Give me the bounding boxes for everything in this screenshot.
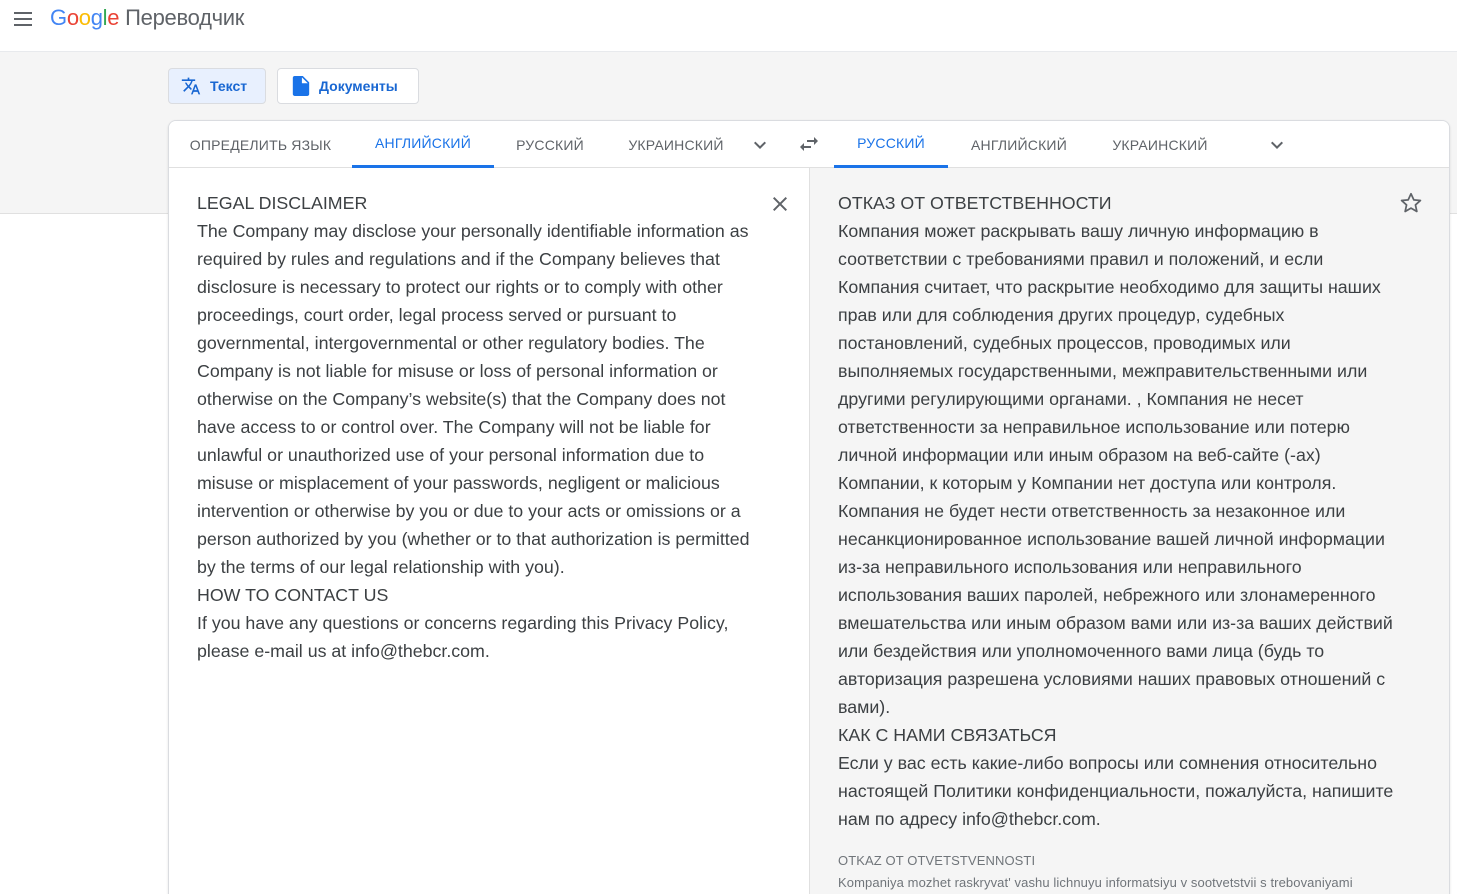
save-translation-star-icon[interactable] <box>1398 190 1424 216</box>
translation-output-panel: ОТКАЗ ОТ ОТВЕТСТВЕННОСТИ Компания может … <box>810 168 1449 894</box>
target-more-languages-chevron-down-icon[interactable] <box>1265 133 1289 157</box>
source-text-panel[interactable]: LEGAL DISCLAIMER The Company may disclos… <box>169 168 810 894</box>
source-paragraph-contact: If you have any questions or concerns re… <box>197 613 729 661</box>
transliteration: OTKAZ OT OTVETSTVENNOSTI Kompaniya mozhe… <box>838 850 1438 894</box>
app-header: Google Переводчик <box>0 0 1457 52</box>
transliteration-line: OTKAZ OT OTVETSTVENNOSTI <box>838 853 1036 868</box>
tab-source-english[interactable]: АНГЛИЙСКИЙ <box>352 121 494 168</box>
hamburger-menu-icon[interactable] <box>12 9 36 29</box>
language-bar: ОПРЕДЕЛИТЬ ЯЗЫК АНГЛИЙСКИЙ РУССКИЙ УКРАИ… <box>169 121 1449 168</box>
document-icon <box>292 76 310 96</box>
target-paragraph: Компания может раскрывать вашу личную ин… <box>838 221 1393 717</box>
text-mode-label: Текст <box>210 78 248 94</box>
google-translate-logo[interactable]: Google Переводчик <box>50 5 244 31</box>
tab-target-english[interactable]: АНГЛИЙСКИЙ <box>948 121 1090 168</box>
translation-card: ОПРЕДЕЛИТЬ ЯЗЫК АНГЛИЙСКИЙ РУССКИЙ УКРАИ… <box>168 120 1450 894</box>
transliteration-line: Kompaniya mozhet raskryvat' vashu lichnu… <box>838 875 1353 890</box>
text-mode-button[interactable]: Текст <box>168 68 266 104</box>
source-heading: LEGAL DISCLAIMER <box>197 193 368 213</box>
translated-text: ОТКАЗ ОТ ОТВЕТСТВЕННОСТИ Компания может … <box>838 189 1398 833</box>
target-heading: ОТКАЗ ОТ ОТВЕТСТВЕННОСТИ <box>838 193 1112 213</box>
documents-mode-button[interactable]: Документы <box>277 68 419 104</box>
source-paragraph: The Company may disclose your personally… <box>197 221 750 577</box>
source-heading-contact: HOW TO CONTACT US <box>197 585 389 605</box>
translate-icon <box>181 77 201 95</box>
tab-source-ukrainian[interactable]: УКРАИНСКИЙ <box>606 121 746 168</box>
swap-languages-icon[interactable] <box>797 132 821 156</box>
documents-mode-label: Документы <box>319 78 398 94</box>
target-heading-contact: КАК С НАМИ СВЯЗАТЬСЯ <box>838 725 1057 745</box>
source-text[interactable]: LEGAL DISCLAIMER The Company may disclos… <box>197 189 757 665</box>
tab-target-ukrainian[interactable]: УКРАИНСКИЙ <box>1090 121 1230 168</box>
source-more-languages-chevron-down-icon[interactable] <box>748 133 772 157</box>
tab-source-russian[interactable]: РУССКИЙ <box>494 121 606 168</box>
clear-source-close-icon[interactable] <box>768 192 792 216</box>
tab-target-russian[interactable]: РУССКИЙ <box>834 121 948 168</box>
tab-detect-language[interactable]: ОПРЕДЕЛИТЬ ЯЗЫК <box>169 121 352 168</box>
target-paragraph-contact: Если у вас есть какие-либо вопросы или с… <box>838 753 1394 829</box>
product-name: Переводчик <box>125 5 245 30</box>
